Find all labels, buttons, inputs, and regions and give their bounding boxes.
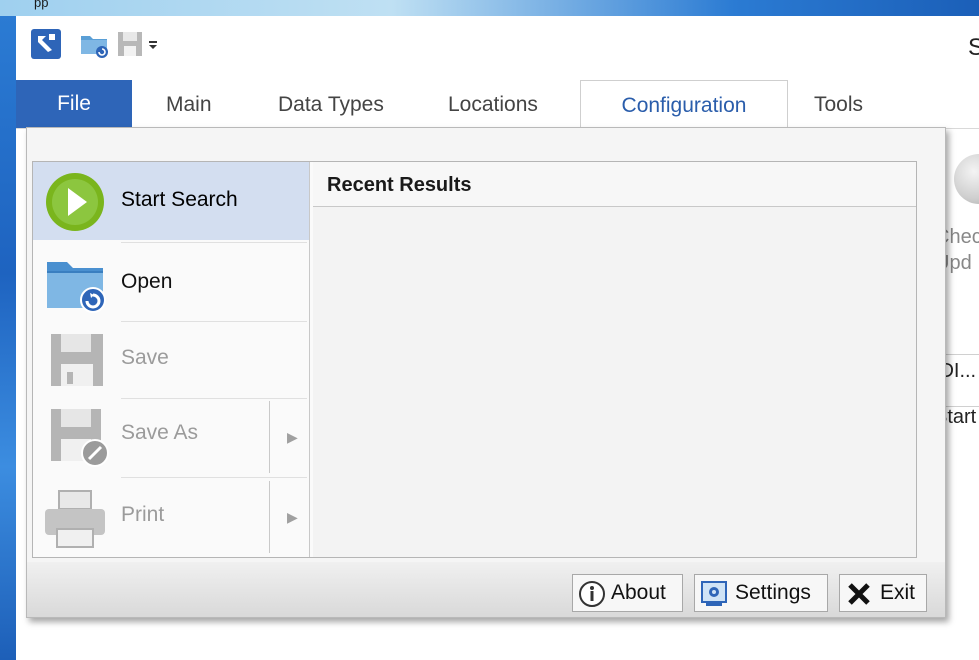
play-icon bbox=[46, 173, 104, 231]
tab-configuration[interactable]: Configuration bbox=[580, 80, 788, 128]
menu-item-label: Start Search bbox=[121, 188, 238, 211]
about-button[interactable]: About bbox=[572, 574, 683, 612]
info-icon bbox=[579, 581, 605, 607]
menu-item-save-as[interactable]: Save As ▶ bbox=[33, 399, 309, 477]
about-label: About bbox=[611, 581, 666, 604]
chevron-right-icon[interactable]: ▶ bbox=[287, 429, 298, 446]
file-menu-content: Start Search Open Save Save As ▶ Print ▶… bbox=[32, 161, 917, 558]
save-as-icon bbox=[51, 409, 109, 467]
open-folder-icon bbox=[47, 262, 106, 313]
desktop-left-strip bbox=[0, 16, 16, 660]
application-window: S File Main Data Types Locations Configu… bbox=[16, 16, 979, 660]
save-disk-icon[interactable] bbox=[114, 28, 146, 60]
exit-button[interactable]: Exit bbox=[839, 574, 927, 612]
settings-label: Settings bbox=[735, 581, 811, 604]
file-menu-commands: Start Search Open Save Save As ▶ Print ▶ bbox=[33, 162, 310, 557]
tab-file[interactable]: File bbox=[16, 80, 132, 128]
chevron-right-icon[interactable]: ▶ bbox=[287, 509, 298, 526]
exit-label: Exit bbox=[880, 581, 916, 604]
file-menu-panel: Start Search Open Save Save As ▶ Print ▶… bbox=[26, 127, 946, 618]
quick-access-toolbar: S bbox=[16, 16, 979, 78]
tab-main[interactable]: Main bbox=[166, 80, 212, 128]
desktop-title-fragment: pp bbox=[34, 0, 49, 10]
menu-separator bbox=[121, 477, 307, 478]
menu-item-print[interactable]: Print ▶ bbox=[33, 479, 309, 557]
desktop-top-strip: pp bbox=[0, 0, 979, 16]
menu-item-open[interactable]: Open bbox=[33, 244, 309, 318]
app-logo-icon[interactable] bbox=[30, 28, 62, 60]
recent-results-pane: Recent Results bbox=[313, 162, 916, 557]
customize-dropdown-icon[interactable] bbox=[146, 28, 160, 60]
recent-results-title: Recent Results bbox=[327, 174, 472, 196]
menu-separator bbox=[121, 242, 307, 243]
recent-results-header: Recent Results bbox=[313, 162, 916, 207]
tab-locations[interactable]: Locations bbox=[448, 80, 538, 128]
submenu-divider bbox=[269, 401, 270, 473]
tab-tools[interactable]: Tools bbox=[814, 80, 863, 128]
close-x-icon bbox=[848, 583, 870, 605]
menu-item-label: Save bbox=[121, 346, 169, 369]
printer-icon bbox=[45, 490, 105, 548]
file-menu-footer: About Settings Exit bbox=[27, 562, 945, 617]
settings-icon bbox=[701, 581, 727, 606]
window-title: S bbox=[968, 34, 979, 61]
save-icon bbox=[51, 334, 103, 386]
settings-button[interactable]: Settings bbox=[694, 574, 828, 612]
menu-item-label: Open bbox=[121, 270, 173, 293]
menu-item-start-search[interactable]: Start Search bbox=[33, 162, 309, 240]
menu-item-label: Print bbox=[121, 503, 165, 526]
submenu-divider bbox=[269, 481, 270, 553]
ribbon-tabs: File Main Data Types Locations Configura… bbox=[16, 80, 979, 129]
tab-data-types[interactable]: Data Types bbox=[278, 80, 384, 128]
open-folder-icon[interactable] bbox=[78, 28, 110, 60]
check-updates-globe-icon[interactable] bbox=[954, 154, 979, 204]
menu-item-save[interactable]: Save bbox=[33, 322, 309, 398]
menu-item-label: Save As bbox=[121, 421, 199, 444]
